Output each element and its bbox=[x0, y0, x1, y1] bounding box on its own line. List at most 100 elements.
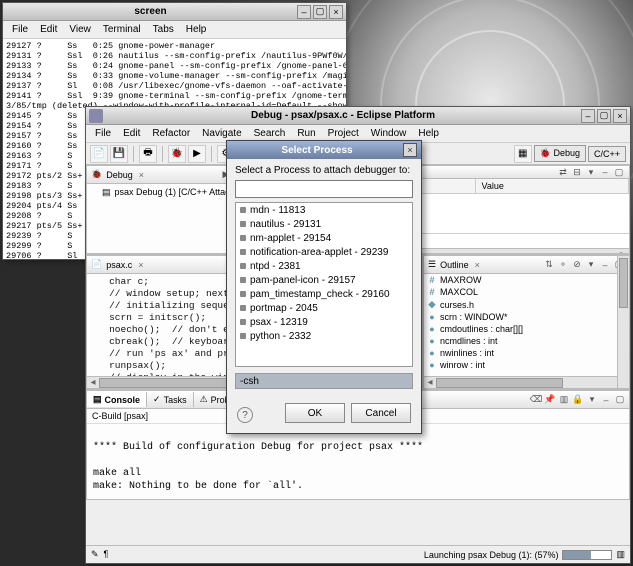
debug-tab[interactable]: Debug bbox=[106, 170, 133, 180]
console-tab[interactable]: ▤Console bbox=[87, 392, 147, 407]
close-icon[interactable]: × bbox=[403, 143, 417, 157]
sort-icon[interactable]: ⇅ bbox=[543, 259, 555, 271]
menu-search[interactable]: Search bbox=[249, 126, 291, 141]
menu-help[interactable]: Help bbox=[181, 22, 212, 37]
filter-icon[interactable]: ⚬ bbox=[557, 259, 569, 271]
pin-console-icon[interactable]: 📌 bbox=[544, 394, 556, 406]
maximize-icon[interactable]: ▢ bbox=[597, 109, 611, 123]
vertical-scrollbar[interactable] bbox=[617, 256, 629, 388]
process-item[interactable]: mdn - 11813 bbox=[236, 203, 412, 217]
vars-col-value[interactable]: Value bbox=[476, 179, 630, 193]
tab-close-icon[interactable]: × bbox=[138, 260, 143, 270]
scroll-lock-icon[interactable]: 🔒 bbox=[572, 394, 584, 406]
menu-file[interactable]: File bbox=[90, 126, 116, 141]
process-list[interactable]: mdn - 11813nautilus - 29131nm-applet - 2… bbox=[235, 202, 413, 367]
tab-close-icon[interactable]: × bbox=[475, 260, 480, 270]
progress-details-icon[interactable]: ▥ bbox=[616, 549, 625, 560]
eclipse-statusbar: ✎ ¶ Launching psax Debug (1): (57%) ▥ bbox=[86, 545, 630, 563]
terminal-menubar: File Edit View Terminal Tabs Help bbox=[3, 21, 346, 39]
menu-tabs[interactable]: Tabs bbox=[148, 22, 179, 37]
outline-item[interactable]: #MAXCOL bbox=[424, 286, 629, 298]
minimize-view-icon[interactable]: – bbox=[600, 394, 612, 406]
eclipse-titlebar[interactable]: Debug - psax/psax.c - Eclipse Platform –… bbox=[86, 107, 630, 125]
editor-tab[interactable]: psax.c bbox=[106, 260, 132, 270]
menu-run[interactable]: Run bbox=[292, 126, 320, 141]
menu-edit[interactable]: Edit bbox=[35, 22, 62, 37]
show-whitespace-icon[interactable]: ¶ bbox=[104, 549, 109, 560]
minimize-icon[interactable]: – bbox=[581, 109, 595, 123]
process-item[interactable]: notification-area-applet - 29239 bbox=[236, 245, 412, 259]
outline-tab[interactable]: Outline bbox=[440, 260, 469, 270]
minimize-icon[interactable]: – bbox=[297, 5, 311, 19]
process-filter-input[interactable] bbox=[235, 180, 413, 198]
outline-label: nwinlines : int bbox=[440, 348, 494, 358]
outline-label: cmdoutlines : char[][] bbox=[440, 324, 523, 334]
help-icon[interactable]: ? bbox=[237, 407, 253, 423]
maximize-icon[interactable]: ▢ bbox=[313, 5, 327, 19]
menu-edit[interactable]: Edit bbox=[118, 126, 145, 141]
outline-item[interactable]: ●cmdoutlines : char[][] bbox=[424, 323, 629, 335]
symbol-icon: # bbox=[427, 287, 437, 297]
perspective-cpp[interactable]: C/C++ bbox=[588, 146, 626, 162]
problems-icon: ⚠ bbox=[200, 394, 208, 405]
process-label: notification-area-applet - 29239 bbox=[250, 247, 388, 258]
console-output[interactable]: **** Build of configuration Debug for pr… bbox=[87, 424, 629, 499]
open-perspective-icon[interactable]: ▦ bbox=[514, 145, 532, 163]
perspective-debug[interactable]: 🐞 Debug bbox=[534, 145, 586, 162]
minimize-view-icon[interactable]: – bbox=[599, 259, 611, 271]
menu-project[interactable]: Project bbox=[323, 126, 364, 141]
close-icon[interactable]: × bbox=[613, 109, 627, 123]
process-icon bbox=[240, 291, 246, 297]
process-item[interactable]: ntpd - 2381 bbox=[236, 259, 412, 273]
tab-close-icon[interactable]: × bbox=[139, 170, 144, 180]
selected-process: -csh bbox=[235, 373, 413, 389]
process-item[interactable]: pam-panel-icon - 29157 bbox=[236, 273, 412, 287]
clear-console-icon[interactable]: ⌫ bbox=[530, 394, 542, 406]
outline-item[interactable]: #MAXROW bbox=[424, 274, 629, 286]
menu-view[interactable]: View bbox=[64, 22, 96, 37]
outline-item[interactable]: ●ncmdlines : int bbox=[424, 335, 629, 347]
outline-item[interactable]: ◆curses.h bbox=[424, 298, 629, 311]
menu-terminal[interactable]: Terminal bbox=[98, 22, 146, 37]
outline-label: winrow : int bbox=[440, 360, 485, 370]
outline-item[interactable]: ●nwinlines : int bbox=[424, 347, 629, 359]
process-item[interactable]: portmap - 2045 bbox=[236, 301, 412, 315]
view-menu-icon[interactable]: ▾ bbox=[585, 259, 597, 271]
menu-navigate[interactable]: Navigate bbox=[197, 126, 246, 141]
hide-icon[interactable]: ⊘ bbox=[571, 259, 583, 271]
horizontal-scrollbar[interactable]: ◂▸ bbox=[424, 376, 629, 388]
save-icon[interactable]: 💾 bbox=[110, 145, 128, 163]
terminal-titlebar[interactable]: screen – ▢ × bbox=[3, 3, 346, 21]
collapse-icon[interactable]: ⊟ bbox=[571, 166, 583, 178]
process-item[interactable]: psax - 12319 bbox=[236, 315, 412, 329]
process-item[interactable]: nm-applet - 29154 bbox=[236, 231, 412, 245]
cancel-button[interactable]: Cancel bbox=[351, 403, 411, 423]
process-item[interactable]: nautilus - 29131 bbox=[236, 217, 412, 231]
menu-help[interactable]: Help bbox=[413, 126, 444, 141]
menu-file[interactable]: File bbox=[7, 22, 33, 37]
run-icon[interactable]: ▶ bbox=[188, 145, 206, 163]
process-icon bbox=[240, 333, 246, 339]
dialog-titlebar[interactable]: Select Process × bbox=[227, 141, 421, 159]
ok-button[interactable]: OK bbox=[285, 403, 345, 423]
process-item[interactable]: pam_timestamp_check - 29160 bbox=[236, 287, 412, 301]
new-icon[interactable]: 📄 bbox=[90, 145, 108, 163]
debug-icon[interactable]: 🐞 bbox=[168, 145, 186, 163]
toggle-icon[interactable]: ⇄ bbox=[557, 166, 569, 178]
outline-item[interactable]: ●winrow : int bbox=[424, 359, 629, 371]
view-menu-icon[interactable]: ▾ bbox=[585, 166, 597, 178]
close-icon[interactable]: × bbox=[329, 5, 343, 19]
maximize-view-icon[interactable]: ▢ bbox=[613, 166, 625, 178]
process-item[interactable]: python - 2332 bbox=[236, 329, 412, 343]
maximize-view-icon[interactable]: ▢ bbox=[614, 394, 626, 406]
outline-item[interactable]: ●scrn : WINDOW* bbox=[424, 311, 629, 323]
view-menu-icon[interactable]: ▾ bbox=[586, 394, 598, 406]
dialog-label: Select a Process to attach debugger to: bbox=[235, 165, 413, 176]
menu-refactor[interactable]: Refactor bbox=[147, 126, 195, 141]
menu-window[interactable]: Window bbox=[366, 126, 412, 141]
display-icon[interactable]: ▥ bbox=[558, 394, 570, 406]
minimize-view-icon[interactable]: – bbox=[599, 166, 611, 178]
outline-list[interactable]: #MAXROW#MAXCOL◆curses.h●scrn : WINDOW*●c… bbox=[424, 274, 629, 376]
tasks-tab[interactable]: ✓Tasks bbox=[147, 392, 194, 407]
print-icon[interactable]: 🖶 bbox=[139, 145, 157, 163]
